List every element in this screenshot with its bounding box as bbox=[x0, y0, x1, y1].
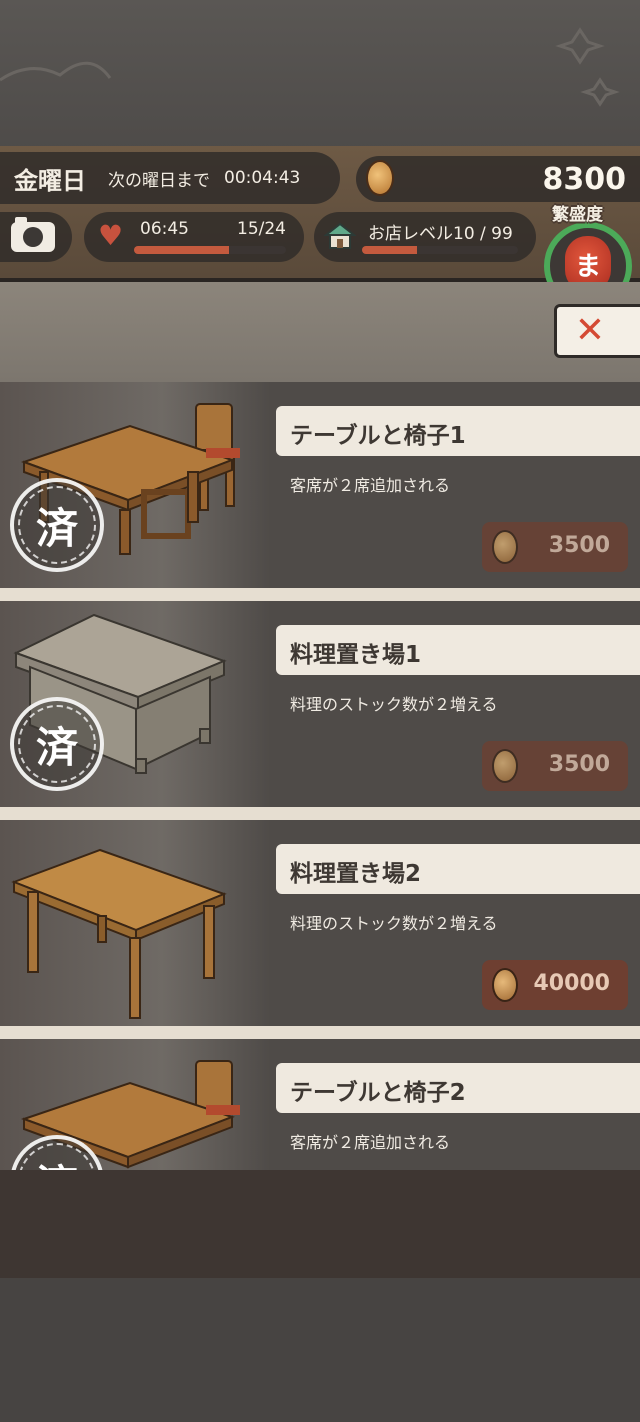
weekday-label: 金曜日 bbox=[14, 166, 86, 195]
money-panel: 8300 bbox=[356, 156, 640, 202]
item-description: 料理のストック数が２増える bbox=[290, 695, 498, 714]
close-button[interactable]: ✕ bbox=[554, 304, 640, 358]
buy-button[interactable]: 40000 bbox=[482, 960, 628, 1010]
popularity-gauge[interactable]: ま 繁盛度 bbox=[540, 205, 634, 310]
list-item[interactable]: 料理置き場2 料理のストック数が２増える 40000 bbox=[0, 820, 640, 1026]
item-description: 料理のストック数が２増える bbox=[290, 914, 498, 933]
shop-level-label: お店レベル10 / 99 bbox=[368, 224, 513, 244]
stamina-bar bbox=[134, 246, 286, 254]
money-amount: 8300 bbox=[542, 161, 627, 197]
coin-icon bbox=[366, 160, 394, 196]
close-icon: ✕ bbox=[574, 310, 606, 351]
camera-icon bbox=[11, 217, 55, 252]
item-title: テーブルと椅子1 bbox=[290, 423, 466, 449]
shop-level-bar bbox=[362, 246, 518, 254]
camera-button[interactable] bbox=[0, 212, 72, 262]
coin-icon bbox=[492, 530, 518, 564]
list-item[interactable]: 済 料理置き場1 料理のストック数が２増える 3500 bbox=[0, 601, 640, 807]
table-icon bbox=[11, 848, 227, 1019]
coin-icon bbox=[492, 968, 518, 1002]
list-item[interactable]: 済 テーブルと椅子2 客席が２席追加される bbox=[0, 1039, 640, 1172]
stamina-bar-fill bbox=[134, 246, 229, 254]
day-timer-panel: 金曜日 次の曜日まで 00:04:43 bbox=[0, 152, 340, 204]
item-price: 3500 bbox=[548, 533, 610, 558]
upgrade-list[interactable]: 済 テーブルと椅子1 客席が２席追加される 3500 済 料理置き場1 料理のス… bbox=[0, 382, 640, 1172]
item-price: 3500 bbox=[548, 752, 610, 777]
shop-level-panel: お店レベル10 / 99 bbox=[314, 212, 536, 262]
coin-icon bbox=[492, 749, 518, 783]
background-decoration bbox=[0, 27, 620, 107]
stamina-timer: 06:45 bbox=[140, 219, 189, 239]
buy-button[interactable]: 3500 bbox=[482, 741, 628, 791]
stamina-panel: ♥ 06:45 15/24 bbox=[84, 212, 304, 262]
item-description: 客席が２席追加される bbox=[290, 1133, 451, 1152]
background-bottom bbox=[0, 1278, 640, 1422]
heart-icon: ♥ bbox=[98, 219, 124, 252]
item-title: 料理置き場2 bbox=[290, 861, 422, 887]
shop-level-bar-fill bbox=[362, 246, 417, 254]
item-price: 40000 bbox=[533, 971, 610, 996]
item-title: テーブルと椅子2 bbox=[290, 1080, 466, 1106]
stamina-count: 15/24 bbox=[237, 219, 286, 239]
item-image bbox=[0, 820, 270, 1026]
buy-button[interactable]: 3500 bbox=[482, 522, 628, 572]
item-title: 料理置き場1 bbox=[290, 642, 422, 668]
next-day-label: 次の曜日まで bbox=[108, 170, 210, 191]
background-top bbox=[0, 0, 640, 150]
owned-stamp: 済 bbox=[10, 478, 104, 572]
popularity-label: 繁盛度 bbox=[552, 205, 603, 225]
owned-stamp: 済 bbox=[10, 697, 104, 791]
list-item[interactable]: 済 テーブルと椅子1 客席が２席追加される 3500 bbox=[0, 382, 640, 588]
background-room bbox=[0, 282, 640, 382]
status-hud: 金曜日 次の曜日まで 00:04:43 8300 ♥ 06:45 15/24 お… bbox=[0, 146, 640, 310]
shop-house-icon bbox=[324, 222, 356, 249]
countdown-timer: 00:04:43 bbox=[224, 168, 301, 188]
item-description: 客席が２席追加される bbox=[290, 476, 451, 495]
bottom-panel bbox=[0, 1170, 640, 1278]
